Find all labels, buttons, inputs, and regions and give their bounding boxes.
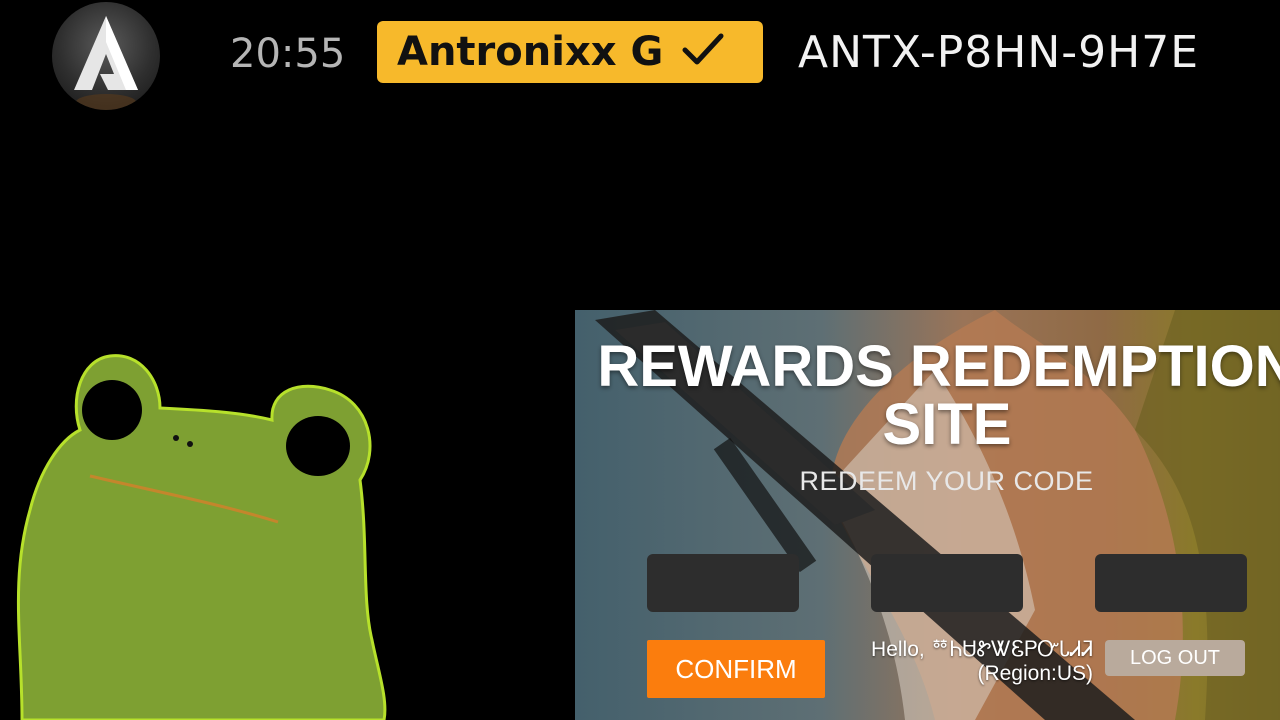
greeting-name: Hello, ᅘᏂᏌᏑᏔᏋᏢᏅᏓᏗᏘ (871, 638, 1093, 661)
logout-button[interactable]: LOG OUT (1105, 640, 1245, 676)
rewards-site-capture: REWARDS REDEMPTION SITE REDEEM YOUR CODE… (575, 310, 1280, 720)
streamer-name: Antronixx G (397, 29, 664, 75)
code-input-1[interactable] (647, 554, 799, 612)
check-icon (681, 32, 725, 72)
creator-code: ANTX-P8HN-9H7E (798, 27, 1199, 78)
user-greeting: Hello, ᅘᏂᏌᏑᏔᏋᏢᏅᏓᏗᏘ (Region:US) (835, 638, 1093, 686)
antronixx-logo-icon (52, 2, 160, 110)
code-input-2[interactable] (871, 554, 1023, 612)
frog-avatar (0, 340, 420, 720)
site-title: REWARDS REDEMPTION SITE (587, 338, 1280, 454)
site-subtitle: REDEEM YOUR CODE (799, 466, 1094, 496)
greeting-region: (Region:US) (977, 662, 1093, 685)
streamer-name-badge: Antronixx G (377, 21, 763, 83)
confirm-button[interactable]: CONFIRM (647, 640, 825, 698)
stream-clock: 20:55 (230, 31, 346, 77)
site-title-line2: SITE (882, 392, 1012, 457)
site-title-line1: REWARDS REDEMPTION (597, 334, 1280, 399)
code-input-3[interactable] (1095, 554, 1247, 612)
